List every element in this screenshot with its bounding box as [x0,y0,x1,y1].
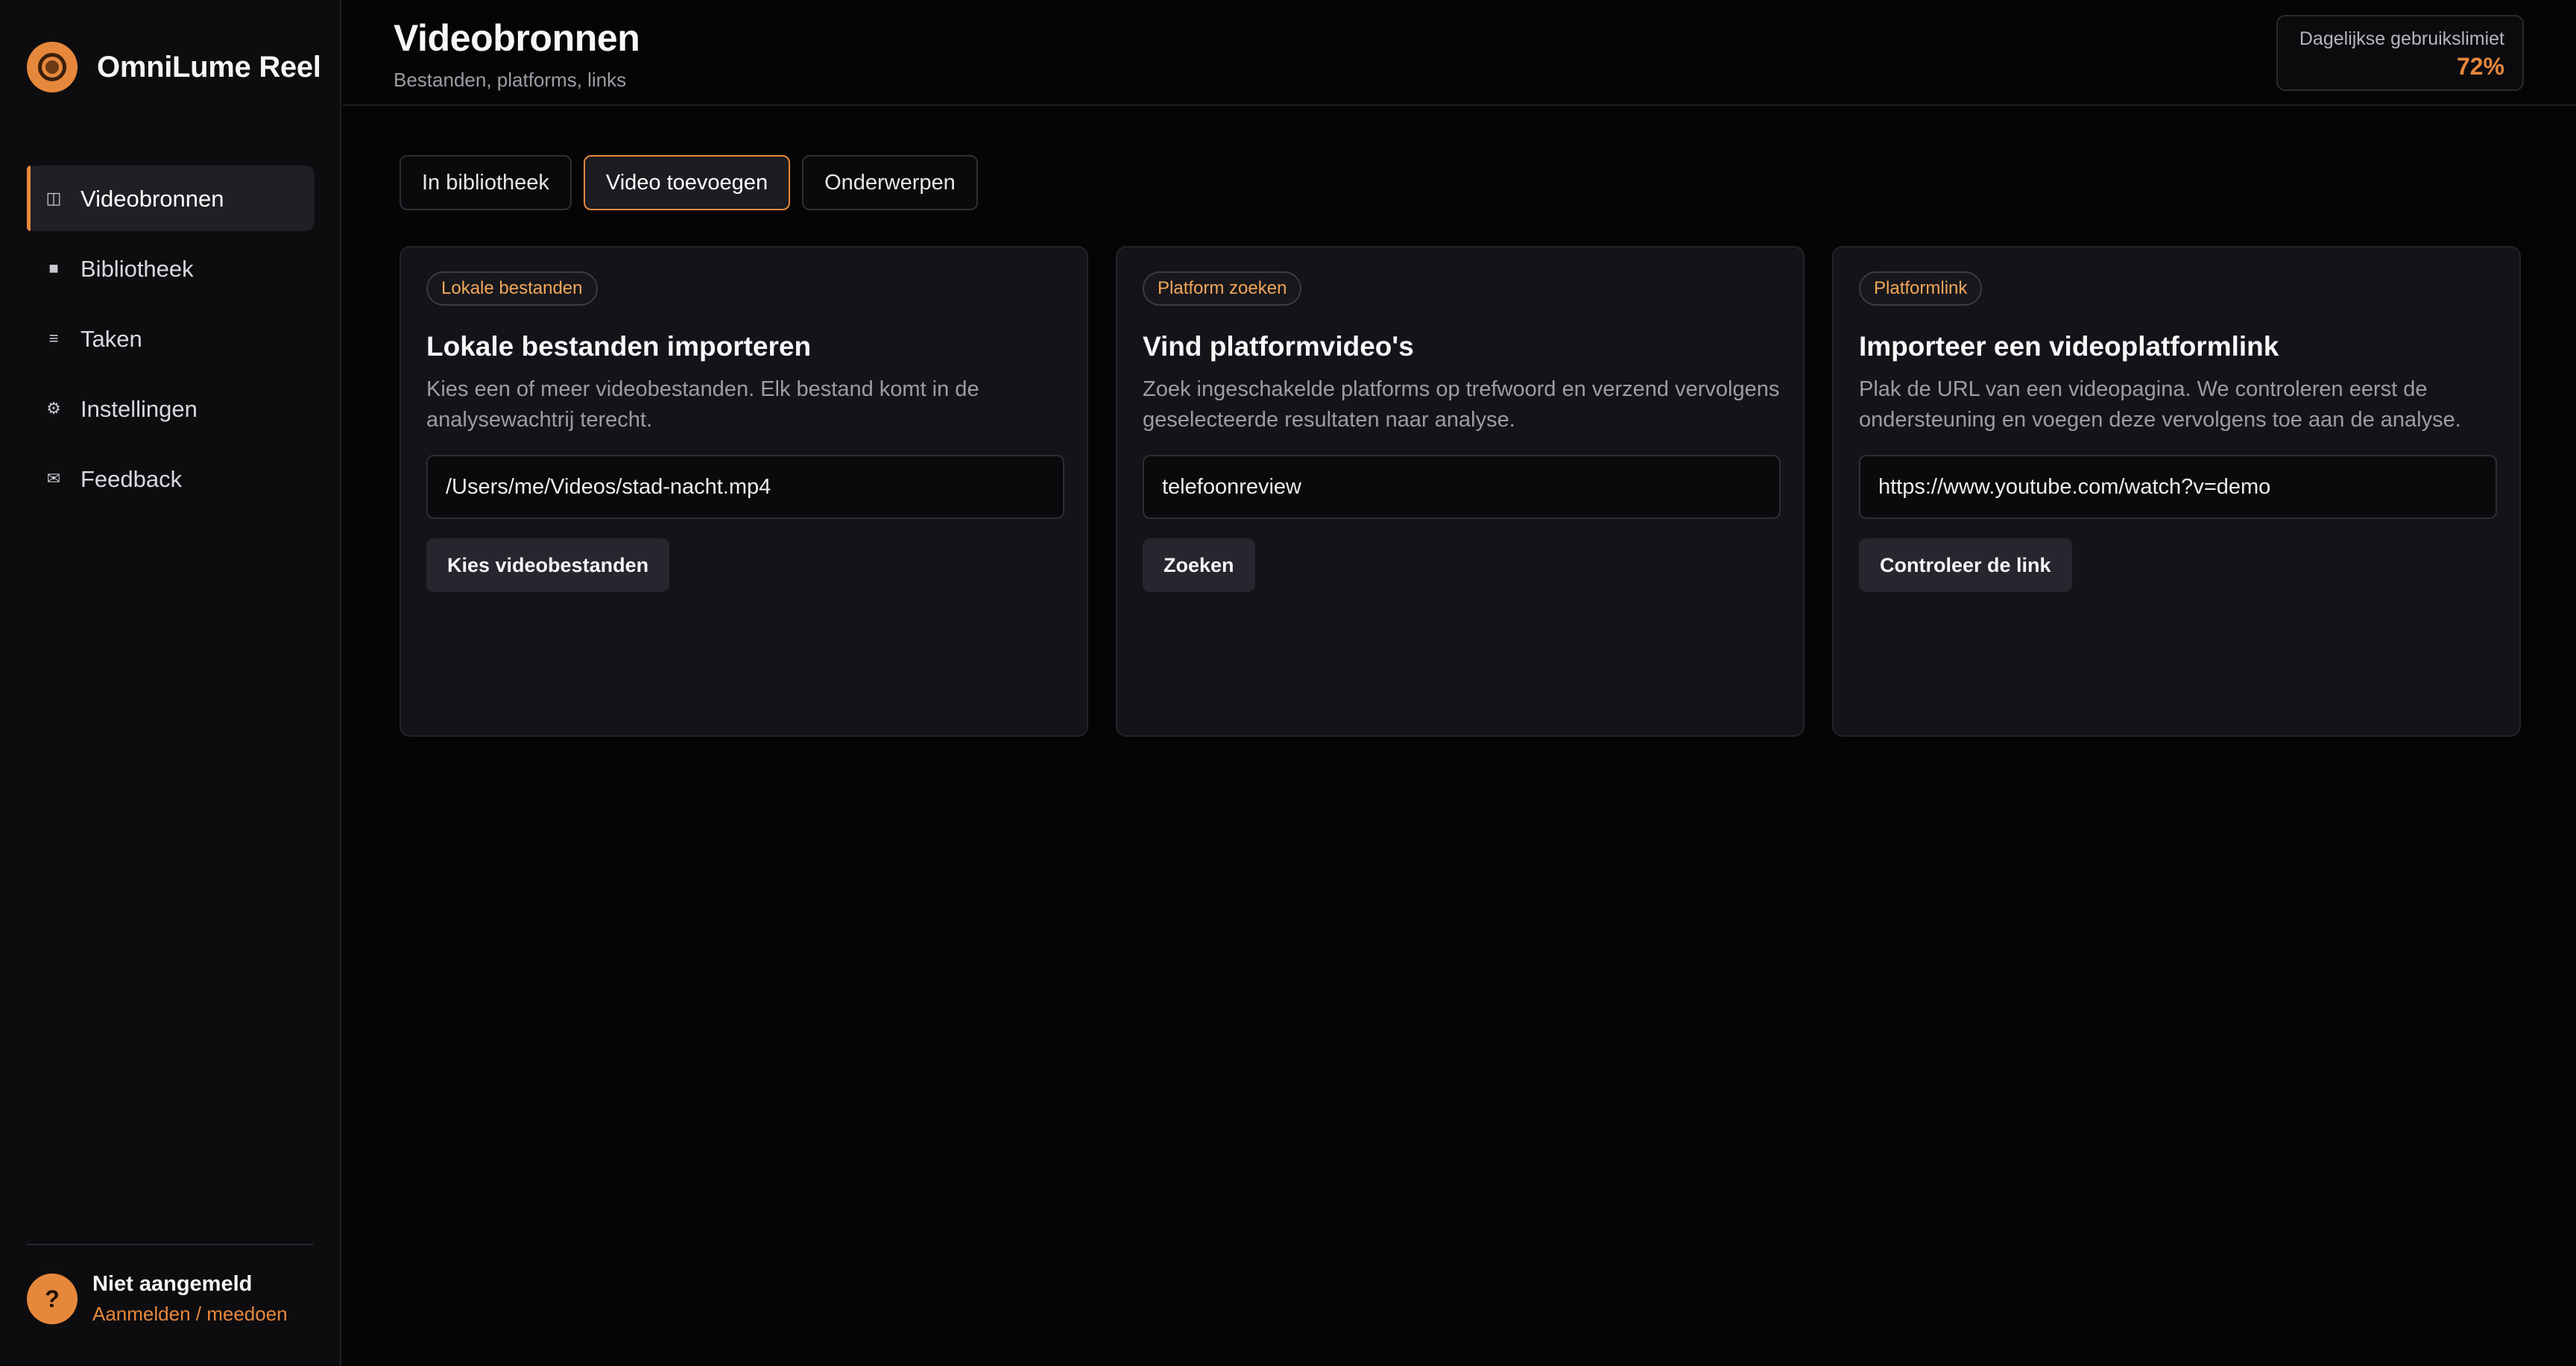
file-path-input[interactable] [426,455,1064,519]
sidebar-item-feedback[interactable]: ✉ Feedback [27,446,315,512]
card-description: Zoek ingeschakelde platforms op trefwoor… [1143,377,1780,432]
app-window: OmniLume Reel ◫ Videobronnen ■ Bibliothe… [0,0,2576,1366]
list-icon: ≡ [48,329,59,347]
sidebar-divider [27,1244,313,1245]
sidebar-item-label: Videobronnen [80,185,224,212]
logo-ring [38,53,66,81]
check-link-button[interactable]: Controleer de link [1859,538,2072,592]
tab-in-bibliotheek[interactable]: In bibliotheek [400,155,572,210]
sidebar-item-taken[interactable]: ≡ Taken [27,306,315,371]
sidebar-item-videobronnen[interactable]: ◫ Videobronnen [27,166,315,231]
card-title: Importeer een videoplatformlink [1859,331,2279,362]
usage-value: 72% [2456,53,2504,80]
user-panel: ? Niet aangemeld Aanmelden / meedoen [27,1272,288,1326]
card-badge: Lokale bestanden [426,271,598,306]
sidebar-item-label: Feedback [80,465,183,492]
sidebar-item-label: Taken [80,325,142,352]
page-subtitle: Bestanden, platforms, links [394,69,627,91]
sidebar-item-label: Bibliotheek [80,255,194,282]
logo-dot [45,60,59,74]
source-tabs: In bibliotheek Video toevoegen Onderwerp… [400,155,990,210]
sidebar-item-label: Instellingen [80,395,198,422]
sidebar-nav: ◫ Videobronnen ■ Bibliotheek ≡ Taken ⚙ I… [27,166,315,516]
tab-onderwerpen[interactable]: Onderwerpen [802,155,978,210]
card-badge: Platformlink [1859,271,1983,306]
user-status: Niet aangemeld [92,1272,253,1296]
search-input[interactable] [1143,455,1781,519]
reel-logo-icon [27,42,78,92]
search-button[interactable]: Zoeken [1143,538,1255,592]
page-title: Videobronnen [394,17,640,59]
avatar[interactable]: ? [27,1274,78,1324]
columns-icon: ◫ [45,189,62,207]
tab-video-toevoegen[interactable]: Video toevoegen [583,155,791,210]
source-cards: Lokale bestanden Lokale bestanden import… [400,246,2521,737]
card-platform-search: Platform zoeken Vind platformvideo's Zoe… [1116,246,1805,737]
card-title: Vind platformvideo's [1143,331,1414,362]
page-header: Videobronnen Bestanden, platforms, links… [343,0,2576,106]
usage-label: Dagelijkse gebruikslimiet [2299,28,2504,49]
sidebar: OmniLume Reel ◫ Videobronnen ■ Bibliothe… [0,0,341,1366]
app-name: OmniLume Reel [97,50,321,84]
usage-limit-box: Dagelijkse gebruikslimiet 72% [2276,15,2524,91]
square-icon: ■ [48,259,59,277]
login-link[interactable]: Aanmelden / meedoen [92,1303,288,1326]
card-platform-link: Platformlink Importeer een videoplatform… [1832,246,2521,737]
card-title: Lokale bestanden importeren [426,331,812,362]
mail-icon: ✉ [46,469,61,488]
brand[interactable]: OmniLume Reel [27,42,321,92]
sidebar-item-bibliotheek[interactable]: ■ Bibliotheek [27,236,315,301]
gear-icon: ⚙ [46,399,61,418]
card-description: Plak de URL van een videopagina. We cont… [1859,377,2461,432]
sidebar-item-instellingen[interactable]: ⚙ Instellingen [27,376,315,441]
url-input[interactable] [1859,455,2497,519]
card-local-files: Lokale bestanden Lokale bestanden import… [400,246,1088,737]
choose-files-button[interactable]: Kies videobestanden [426,538,670,592]
card-badge: Platform zoeken [1143,271,1302,306]
card-description: Kies een of meer videobestanden. Elk bes… [426,377,979,432]
user-text: Niet aangemeld Aanmelden / meedoen [92,1272,288,1326]
